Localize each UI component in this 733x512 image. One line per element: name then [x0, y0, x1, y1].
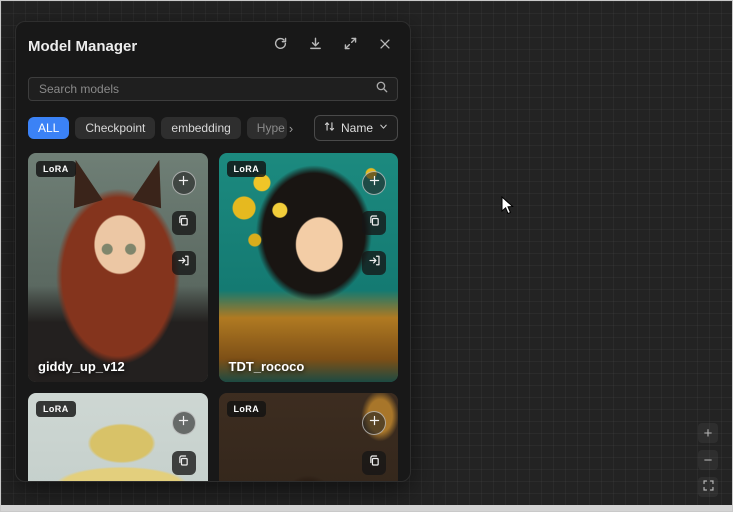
model-card[interactable]: LoRA [28, 393, 208, 482]
fit-view-button[interactable] [698, 477, 718, 497]
download-button[interactable] [302, 33, 328, 59]
copy-model-button[interactable] [172, 451, 196, 475]
filter-chip-embedding[interactable]: embedding [161, 117, 240, 139]
expand-button[interactable] [337, 33, 363, 59]
plus-icon [177, 174, 190, 192]
add-model-button[interactable] [172, 171, 196, 195]
model-type-badge: LoRA [227, 161, 267, 177]
copy-model-button[interactable] [172, 211, 196, 235]
panel-header: Model Manager [28, 22, 398, 70]
model-name: giddy_up_v12 [38, 359, 125, 374]
sort-icon [323, 120, 336, 136]
model-card[interactable]: LoRA TDT_rococo [219, 153, 399, 382]
canvas-zoom-controls: + − [698, 423, 718, 497]
model-card-grid: LoRA giddy_up_v12 LoRA [28, 153, 398, 482]
sort-label: Name [341, 121, 373, 135]
copy-icon [368, 454, 381, 472]
download-icon [308, 36, 323, 56]
refresh-icon [273, 36, 288, 56]
filter-row: ALL Checkpoint embedding Hype › Name [28, 115, 398, 141]
expand-icon [343, 36, 358, 56]
search-bar [28, 77, 398, 101]
search-icon [375, 80, 389, 99]
filter-chip-hypernetwork[interactable]: Hype [247, 117, 287, 139]
model-card[interactable]: LoRA giddy_up_v12 [28, 153, 208, 382]
fit-view-icon [702, 479, 715, 495]
model-name: TDT_rococo [229, 359, 305, 374]
model-type-badge: LoRA [36, 161, 76, 177]
add-model-button[interactable] [362, 171, 386, 195]
copy-icon [368, 214, 381, 232]
plus-icon [177, 414, 190, 432]
model-type-badge: LoRA [227, 401, 267, 417]
copy-icon [177, 214, 190, 232]
window-bottom-edge [1, 505, 732, 511]
copy-model-button[interactable] [362, 211, 386, 235]
panel-title: Model Manager [28, 38, 258, 55]
chips-overflow-arrow[interactable]: › [289, 121, 293, 136]
import-icon [177, 254, 190, 272]
close-icon [378, 37, 392, 56]
zoom-in-button[interactable]: + [698, 423, 718, 443]
add-model-button[interactable] [362, 411, 386, 435]
import-icon [368, 254, 381, 272]
chevron-down-icon [378, 121, 389, 135]
import-model-button[interactable] [172, 251, 196, 275]
refresh-button[interactable] [267, 33, 293, 59]
filter-chip-all[interactable]: ALL [28, 117, 69, 139]
search-input[interactable] [37, 81, 375, 97]
filter-chip-checkpoint[interactable]: Checkpoint [75, 117, 155, 139]
zoom-out-button[interactable]: − [698, 450, 718, 470]
sort-dropdown[interactable]: Name [314, 115, 398, 141]
close-button[interactable] [372, 33, 398, 59]
copy-model-button[interactable] [362, 451, 386, 475]
add-model-button[interactable] [172, 411, 196, 435]
plus-icon [368, 414, 381, 432]
model-type-badge: LoRA [36, 401, 76, 417]
plus-icon [368, 174, 381, 192]
model-manager-panel: Model Manager [15, 21, 411, 482]
model-card[interactable]: LoRA [219, 393, 399, 482]
import-model-button[interactable] [362, 251, 386, 275]
app-window: Model Manager [0, 0, 733, 512]
copy-icon [177, 454, 190, 472]
